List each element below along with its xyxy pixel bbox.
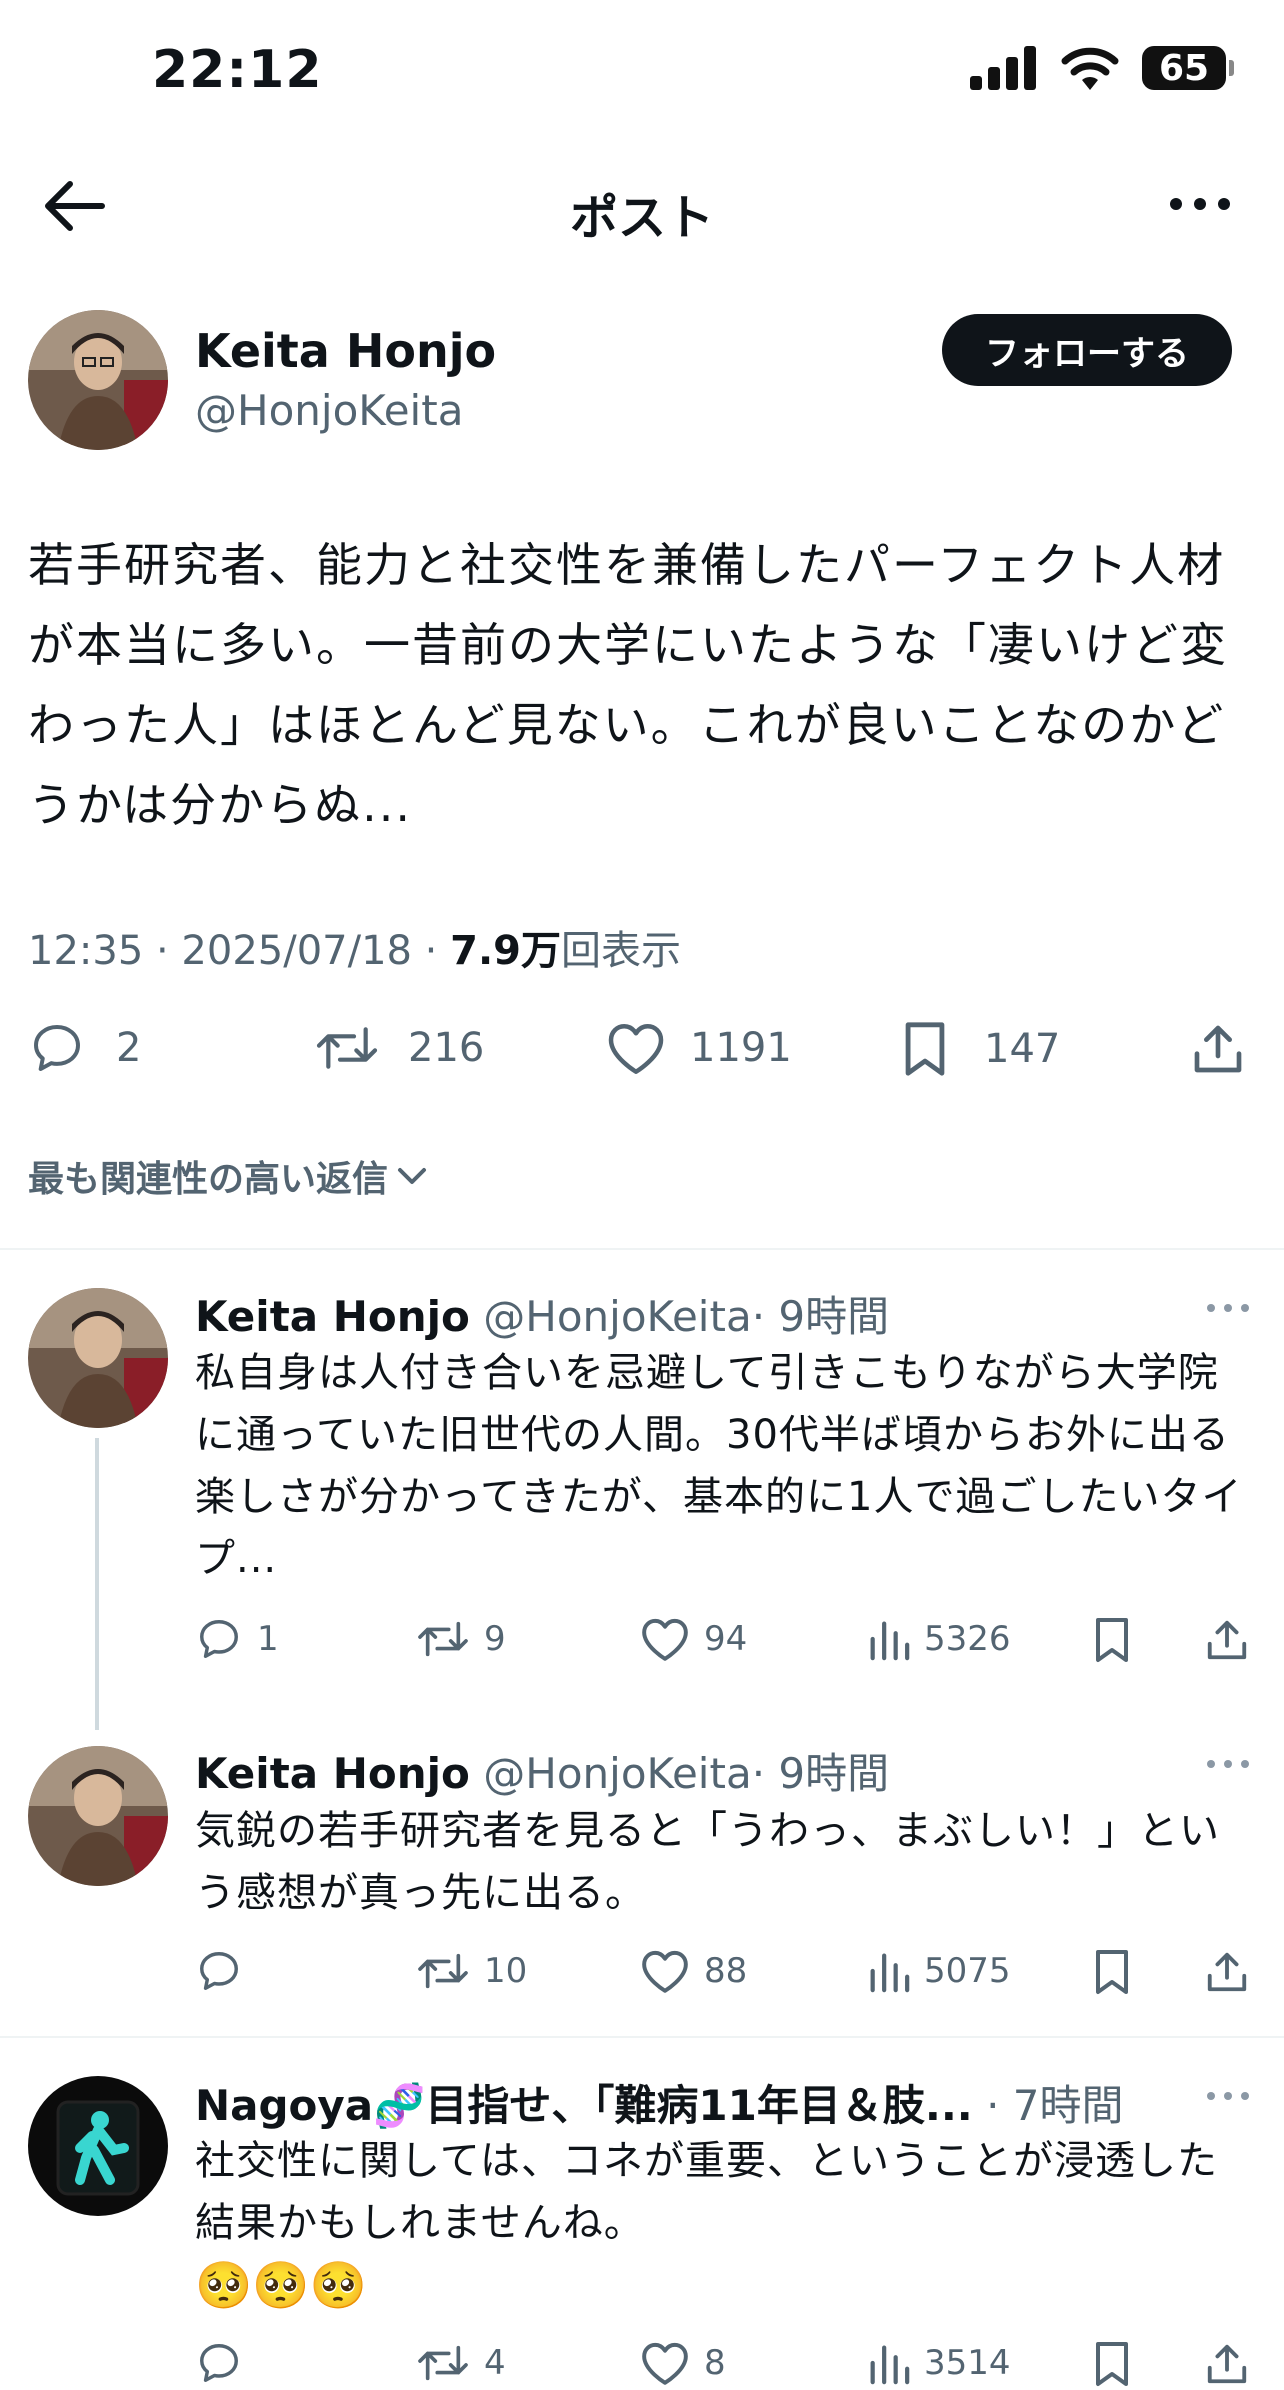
reply-button[interactable] (195, 2340, 257, 2386)
repost-icon (418, 1621, 468, 1657)
reply-text: 私自身は人付き合いを忌避して引きこもりながら大学院に通っていた旧世代の人間。30… (195, 1350, 1243, 1582)
repost-count: 4 (484, 2343, 506, 2383)
reply-text: 気鋭の若手研究者を見ると「うわっ、まぶしい！」という感想が真っ先に出る。 (195, 1808, 1220, 1916)
share-icon[interactable] (1204, 2340, 1250, 2388)
chevron-down-icon (398, 1168, 427, 1184)
post-meta: 12:35 · 2025/07/18 · 7.9万回表示 (28, 918, 681, 976)
repost-button[interactable]: 9 (416, 1616, 506, 1662)
divider (0, 2036, 1284, 2038)
repost-count: 10 (484, 1951, 528, 1991)
heart-icon (608, 1024, 664, 1074)
bookmark-icon[interactable] (1092, 1948, 1132, 1996)
follow-button[interactable]: フォローする (942, 314, 1232, 386)
like-count: 88 (704, 1951, 748, 1991)
reply-header: Keita Honjo @HonjoKeita· 9時間 (195, 1283, 889, 1344)
view-count: 3514 (924, 2343, 1011, 2383)
bookmark-icon (905, 1022, 945, 1076)
reply-author-name[interactable]: Nagoya🧬目指せ、｢難病11年目＆肢... (195, 2081, 973, 2130)
bookmark-icon[interactable] (1092, 2340, 1132, 2388)
reply-author-name[interactable]: Keita Honjo (195, 1292, 470, 1341)
post-time: 12:35 · 2025/07/18 · (28, 928, 451, 974)
divider (0, 1248, 1284, 1250)
repost-icon (418, 1953, 468, 1989)
avatar[interactable] (28, 310, 168, 450)
reply-icon (200, 1952, 238, 1990)
view-count: 5326 (924, 1619, 1011, 1659)
page-title: ポスト (569, 190, 714, 246)
repost-count: 216 (408, 1025, 485, 1071)
views-chart-icon (870, 2345, 910, 2385)
avatar[interactable] (28, 2076, 168, 2216)
view-suffix: 回表示 (560, 928, 681, 974)
views-button[interactable]: 5326 (866, 1616, 1011, 1662)
reply-button[interactable] (195, 1948, 257, 1994)
more-options-icon[interactable] (1206, 1302, 1250, 1314)
repost-button[interactable]: 4 (416, 2340, 506, 2386)
like-count: 8 (704, 2343, 726, 2383)
reply-time: · 9時間 (751, 1292, 890, 1341)
reply-time: · 7時間 (986, 2081, 1124, 2130)
reply-icon (200, 1620, 238, 1658)
repost-icon (418, 2345, 468, 2381)
battery-indicator: 65 (1142, 46, 1234, 90)
reply-author-name[interactable]: Keita Honjo (195, 1749, 470, 1798)
heart-icon (642, 1618, 688, 1661)
bookmark-icon[interactable] (1092, 1616, 1132, 1664)
heart-icon (642, 1950, 688, 1993)
views-chart-icon (870, 1953, 910, 1993)
share-icon[interactable] (1204, 1948, 1250, 1996)
reply-icon (200, 2344, 238, 2382)
view-count: 5075 (924, 1951, 1011, 1991)
reply-author-handle[interactable]: @HonjoKeita (483, 1749, 751, 1798)
reply-count: 2 (116, 1025, 142, 1071)
like-button[interactable]: 94 (640, 1616, 747, 1662)
heart-icon (642, 2342, 688, 2385)
repost-button[interactable]: 10 (416, 1948, 527, 1994)
reply-text: 社交性に関しては、コネが重要、ということが浸透した結果かもしれませんね。 (195, 2138, 1218, 2246)
views-button[interactable]: 5075 (866, 1948, 1011, 1994)
like-count: 1191 (690, 1025, 792, 1071)
author-name[interactable]: Keita Honjo (195, 324, 496, 378)
reply-author-handle[interactable]: @HonjoKeita (483, 1292, 751, 1341)
more-options-icon[interactable] (1206, 1758, 1250, 1770)
status-icons: 65 (970, 46, 1234, 90)
reply-count: 1 (257, 1619, 279, 1659)
reply-header: Nagoya🧬目指せ、｢難病11年目＆肢... · 7時間 (195, 2072, 1124, 2133)
reply-icon (34, 1025, 80, 1071)
share-icon[interactable] (1190, 1020, 1246, 1078)
share-icon[interactable] (1204, 1616, 1250, 1664)
avatar[interactable] (28, 1746, 168, 1886)
views-chart-icon (870, 1621, 910, 1661)
sort-label: 最も関連性の高い返信 (28, 1159, 389, 1200)
status-time: 22:12 (152, 40, 323, 100)
reply-time: · 9時間 (751, 1749, 890, 1798)
reply-sort-dropdown[interactable]: 最も関連性の高い返信 (28, 1150, 430, 1202)
reply-button[interactable]: 1 (195, 1616, 279, 1662)
avatar[interactable] (28, 1288, 168, 1428)
like-button[interactable]: 88 (640, 1948, 747, 1994)
bookmark-count: 147 (984, 1026, 1061, 1072)
signal-icon (970, 46, 1036, 90)
like-button[interactable]: 8 (640, 2340, 726, 2386)
more-options-icon[interactable] (1206, 2090, 1250, 2102)
more-options-icon[interactable] (1168, 190, 1232, 218)
post-text: 若手研究者、能力と社交性を兼備したパーフェクト人材が本当に多い。一昔前の大学にい… (28, 538, 1228, 832)
wifi-icon (1061, 47, 1119, 90)
bookmark-button[interactable]: 147 (902, 1020, 1060, 1078)
reply-header: Keita Honjo @HonjoKeita· 9時間 (195, 1740, 889, 1801)
reply-button[interactable]: 2 (28, 1020, 141, 1076)
author-handle[interactable]: @HonjoKeita (195, 386, 463, 435)
reply-emojis: 🥺🥺🥺 (195, 2258, 367, 2312)
views-button[interactable]: 3514 (866, 2340, 1011, 2386)
repost-count: 9 (484, 1619, 506, 1659)
view-count: 7.9万 (450, 928, 561, 974)
repost-button[interactable]: 216 (312, 1020, 484, 1076)
repost-icon (316, 1027, 378, 1069)
like-button[interactable]: 1191 (606, 1020, 792, 1076)
like-count: 94 (704, 1619, 748, 1659)
thread-connector (95, 1438, 99, 1730)
